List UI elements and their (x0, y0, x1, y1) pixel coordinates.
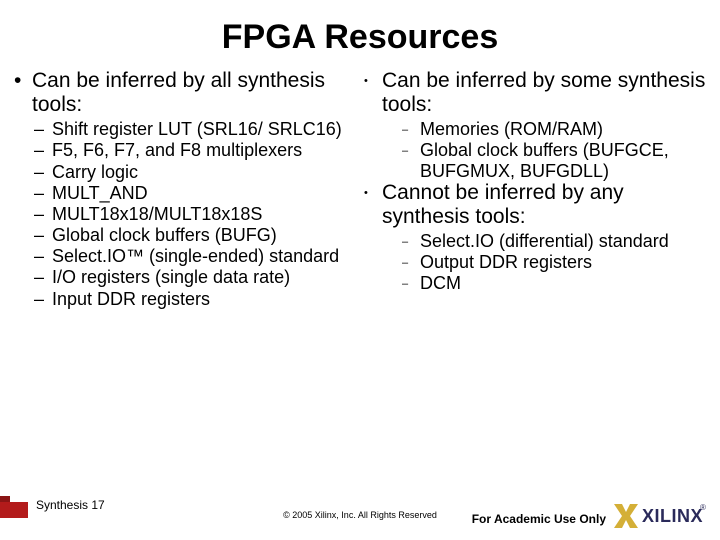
right-heading: •Cannot be inferred by any synthesis too… (364, 181, 706, 229)
accent-bar-icon (0, 502, 28, 518)
left-item-text: Select.IO™ (single-ended) standard (52, 246, 339, 266)
bullet-dash-icon: – (34, 183, 52, 203)
right-item: –Output DDR registers (364, 252, 706, 272)
left-item: –Input DDR registers (14, 289, 356, 309)
right-item-text: Memories (ROM/RAM) (420, 119, 603, 139)
right-item-text: Output DDR registers (420, 252, 592, 272)
logo-text: XILINX (642, 506, 703, 526)
bullet-dash-icon: – (34, 225, 52, 245)
bullet-dash-icon: – (34, 246, 52, 266)
bullet-dot-icon: • (364, 75, 382, 88)
content-area: •Can be inferred by all synthesis tools:… (0, 63, 720, 309)
left-item-text: Input DDR registers (52, 289, 210, 309)
footer: Synthesis 17 © 2005 Xilinx, Inc. All Rig… (0, 492, 720, 540)
slide: FPGA Resources •Can be inferred by all s… (0, 0, 720, 540)
left-item: –F5, F6, F7, and F8 multiplexers (14, 140, 356, 160)
footer-page-label: Synthesis 17 (36, 498, 105, 512)
right-heading: •Can be inferred by some synthesis tools… (364, 69, 706, 117)
footer-academic: For Academic Use Only (472, 512, 606, 526)
left-item-text: Shift register LUT (SRL16/ SRLC16) (52, 119, 342, 139)
bullet-dash-icon: – (402, 145, 420, 157)
bullet-dash-icon: – (34, 140, 52, 160)
left-heading-text: Can be inferred by all synthesis tools: (32, 69, 325, 116)
xilinx-logo-icon: XILINX ® (612, 498, 708, 530)
slide-title: FPGA Resources (0, 0, 720, 63)
right-item: –Memories (ROM/RAM) (364, 119, 706, 139)
left-item-text: I/O registers (single data rate) (52, 267, 290, 287)
right-item-text: DCM (420, 273, 461, 293)
right-item-text: Global clock buffers (BUFGCE, BUFGMUX, B… (420, 140, 669, 180)
bullet-dash-icon: – (34, 119, 52, 139)
left-column: •Can be inferred by all synthesis tools:… (14, 69, 362, 309)
left-item-text: MULT_AND (52, 183, 148, 203)
left-item: –Select.IO™ (single-ended) standard (14, 246, 356, 266)
left-item: –Shift register LUT (SRL16/ SRLC16) (14, 119, 356, 139)
right-heading-text: Cannot be inferred by any synthesis tool… (382, 181, 624, 228)
right-heading-text: Can be inferred by some synthesis tools: (382, 69, 705, 116)
right-item-text: Select.IO (differential) standard (420, 231, 669, 251)
left-item: –Global clock buffers (BUFG) (14, 225, 356, 245)
bullet-dash-icon: – (402, 278, 420, 290)
left-item-text: MULT18x18/MULT18x18S (52, 204, 262, 224)
left-item: –MULT_AND (14, 183, 356, 203)
right-item: –DCM (364, 273, 706, 293)
bullet-dash-icon: – (402, 257, 420, 269)
bullet-dash-icon: – (34, 162, 52, 182)
left-item-text: Carry logic (52, 162, 138, 182)
right-item: –Select.IO (differential) standard (364, 231, 706, 251)
left-item: –I/O registers (single data rate) (14, 267, 356, 287)
left-item-text: Global clock buffers (BUFG) (52, 225, 277, 245)
bullet-dash-icon: – (34, 204, 52, 224)
left-item: –Carry logic (14, 162, 356, 182)
bullet-dot-icon: • (14, 69, 32, 93)
left-heading: •Can be inferred by all synthesis tools: (14, 69, 356, 117)
left-item-text: F5, F6, F7, and F8 multiplexers (52, 140, 302, 160)
left-list: •Can be inferred by all synthesis tools:… (14, 69, 356, 309)
bullet-dash-icon: – (34, 267, 52, 287)
right-list: •Can be inferred by some synthesis tools… (364, 69, 706, 294)
footer-copyright: © 2005 Xilinx, Inc. All Rights Reserved (283, 510, 437, 520)
bullet-dot-icon: • (364, 187, 382, 200)
bullet-dash-icon: – (402, 236, 420, 248)
bullet-dash-icon: – (402, 124, 420, 136)
right-item: –Global clock buffers (BUFGCE, BUFGMUX, … (364, 140, 706, 180)
logo-reg: ® (700, 503, 706, 512)
left-item: –MULT18x18/MULT18x18S (14, 204, 356, 224)
bullet-dash-icon: – (34, 289, 52, 309)
right-column: •Can be inferred by some synthesis tools… (362, 69, 706, 309)
